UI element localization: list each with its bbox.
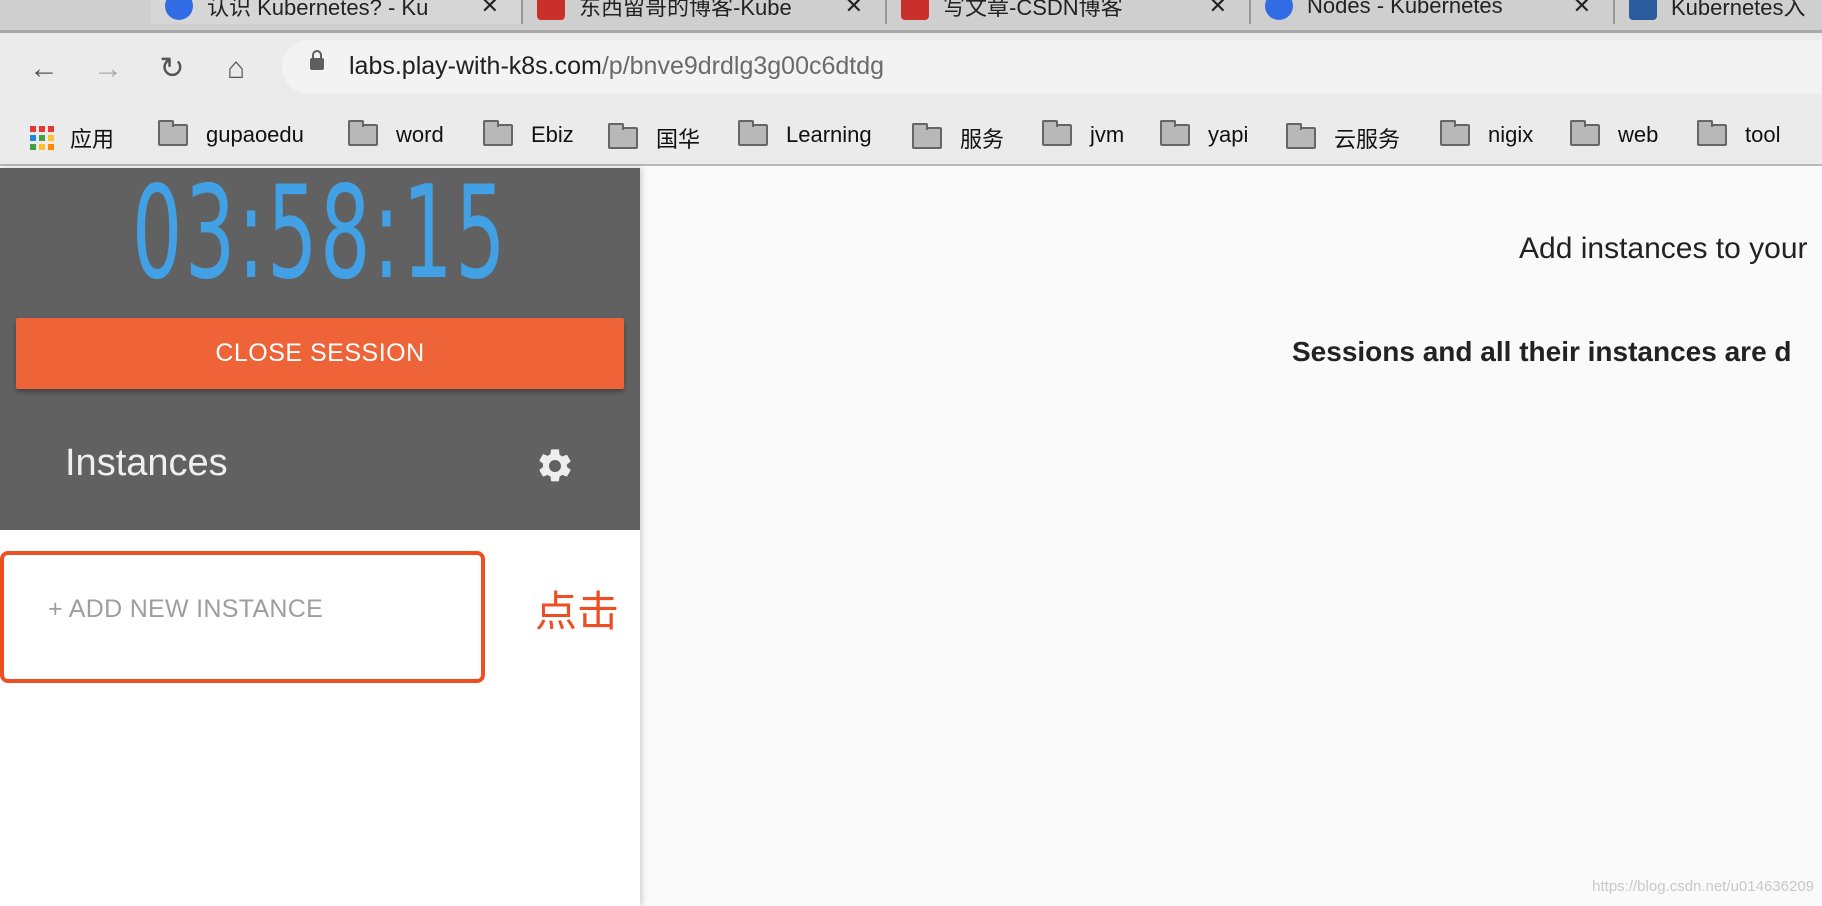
instances-heading: Instances [65, 442, 228, 484]
folder-icon [483, 120, 513, 146]
bookmark-label: web [1618, 122, 1659, 147]
csdn-icon [537, 0, 565, 20]
folder-icon [1160, 120, 1190, 146]
close-tab-icon[interactable]: ✕ [845, 0, 863, 19]
close-session-button[interactable]: CLOSE SESSION [16, 318, 624, 389]
tab[interactable]: 东西留哥的博客-Kube ✕ [523, 0, 887, 24]
session-timer: 03:58:15 [131, 159, 509, 308]
folder-icon [1570, 120, 1600, 146]
bookmark-folder[interactable]: 云服务 [1286, 122, 1400, 154]
kubernetes-icon [165, 0, 193, 20]
forward-icon[interactable]: → [88, 49, 128, 89]
folder-icon [608, 123, 638, 149]
tab[interactable]: 认识 Kubernetes? - Ku ✕ [151, 0, 523, 24]
tab[interactable]: Nodes - Kubernetes ✕ [1251, 0, 1615, 24]
sidebar: 03:58:15 CLOSE SESSION Instances + ADD N… [0, 168, 640, 906]
bookmark-folder[interactable]: web [1570, 120, 1659, 148]
back-icon[interactable]: ← [24, 49, 64, 89]
session-warning: Sessions and all their instances are d [1292, 336, 1792, 367]
bookmark-label: 国华 [656, 127, 701, 152]
tab[interactable]: Kubernetes入 [1615, 0, 1822, 24]
tab-title: 认识 Kubernetes? - Ku [207, 0, 429, 20]
address-bar[interactable]: labs.play-with-k8s.com/p/bnve9drdlg3g00c… [282, 40, 1822, 94]
close-tab-icon[interactable]: ✕ [1573, 0, 1591, 19]
folder-icon [912, 123, 942, 149]
url-host: labs.play-with-k8s.com [349, 52, 602, 80]
bookmark-folder[interactable]: 国华 [608, 122, 700, 154]
click-annotation: 点击 [535, 588, 620, 635]
apps-grid-icon [30, 126, 54, 150]
bookmark-folder[interactable]: Ebiz [483, 120, 574, 148]
csdn-icon [901, 0, 929, 20]
bookmark-label: 云服务 [1334, 127, 1401, 152]
gear-icon[interactable] [535, 446, 575, 486]
folder-icon [1697, 120, 1727, 146]
bookmark-label: tool [1745, 122, 1781, 147]
bookmark-label: gupaoedu [206, 122, 304, 147]
tab-strip: 认识 Kubernetes? - Ku ✕ 东西留哥的博客-Kube ✕ 写文章-C… [0, 0, 1822, 33]
url-text[interactable]: labs.play-with-k8s.com/p/bnve9drdlg3g00c… [349, 52, 884, 81]
tab-title: 写文章-CSDN博客 [943, 0, 1123, 20]
bookmarks-bar: 应用 gupaoedu word Ebiz 国华 Learning 服务 jvm… [0, 107, 1822, 166]
close-tab-icon[interactable]: ✕ [1209, 0, 1227, 19]
reload-icon[interactable]: ↻ [152, 49, 192, 89]
tab-title: Kubernetes入 [1671, 0, 1806, 20]
url-path: /p/bnve9drdlg3g00c6dtdg [601, 52, 885, 80]
folder-icon [158, 120, 188, 146]
bookmark-label: word [396, 122, 444, 147]
bookmark-folder[interactable]: Learning [738, 120, 872, 148]
folder-icon [1440, 120, 1470, 146]
bookmark-label: Learning [786, 122, 872, 147]
bookmark-folder[interactable]: 服务 [912, 122, 1004, 154]
lock-icon [310, 50, 324, 70]
tab-title: 东西留哥的博客-Kube [579, 0, 792, 20]
browser-toolbar: ← → ↻ ⌂ labs.play-with-k8s.com/p/bnve9dr… [0, 33, 1822, 107]
folder-icon [1042, 120, 1072, 146]
bookmark-label: yapi [1208, 122, 1249, 147]
session-panel: 03:58:15 CLOSE SESSION Instances [0, 168, 640, 530]
folder-icon [1286, 123, 1316, 149]
close-tab-icon[interactable]: ✕ [481, 0, 499, 19]
bookmark-folder[interactable]: yapi [1160, 120, 1249, 148]
bookmark-folder[interactable]: jvm [1042, 120, 1125, 148]
bookmark-apps[interactable]: 应用 [30, 122, 114, 154]
bookmark-folder[interactable]: nigix [1440, 120, 1534, 148]
bookmark-label: 应用 [70, 127, 115, 152]
watermark: https://blog.csdn.net/u014636209 [1592, 878, 1814, 895]
bookmark-label: nigix [1488, 122, 1534, 147]
bookmark-label: Ebiz [531, 122, 574, 147]
home-icon[interactable]: ⌂ [216, 49, 256, 89]
folder-icon [738, 120, 768, 146]
bookmark-folder[interactable]: word [348, 120, 444, 148]
tab-title: Nodes - Kubernetes [1307, 0, 1503, 18]
bookmark-label: 服务 [960, 127, 1005, 152]
tab[interactable]: 写文章-CSDN博客 ✕ [887, 0, 1251, 24]
folder-icon [348, 120, 378, 146]
add-new-instance-button[interactable]: + ADD NEW INSTANCE [48, 595, 323, 624]
bookmark-label: jvm [1090, 122, 1125, 147]
site-icon [1629, 0, 1657, 20]
kubernetes-icon [1265, 0, 1293, 20]
bookmark-folder[interactable]: tool [1697, 120, 1781, 148]
add-instances-message: Add instances to your [1519, 232, 1808, 265]
bookmark-folder[interactable]: gupaoedu [158, 120, 304, 148]
